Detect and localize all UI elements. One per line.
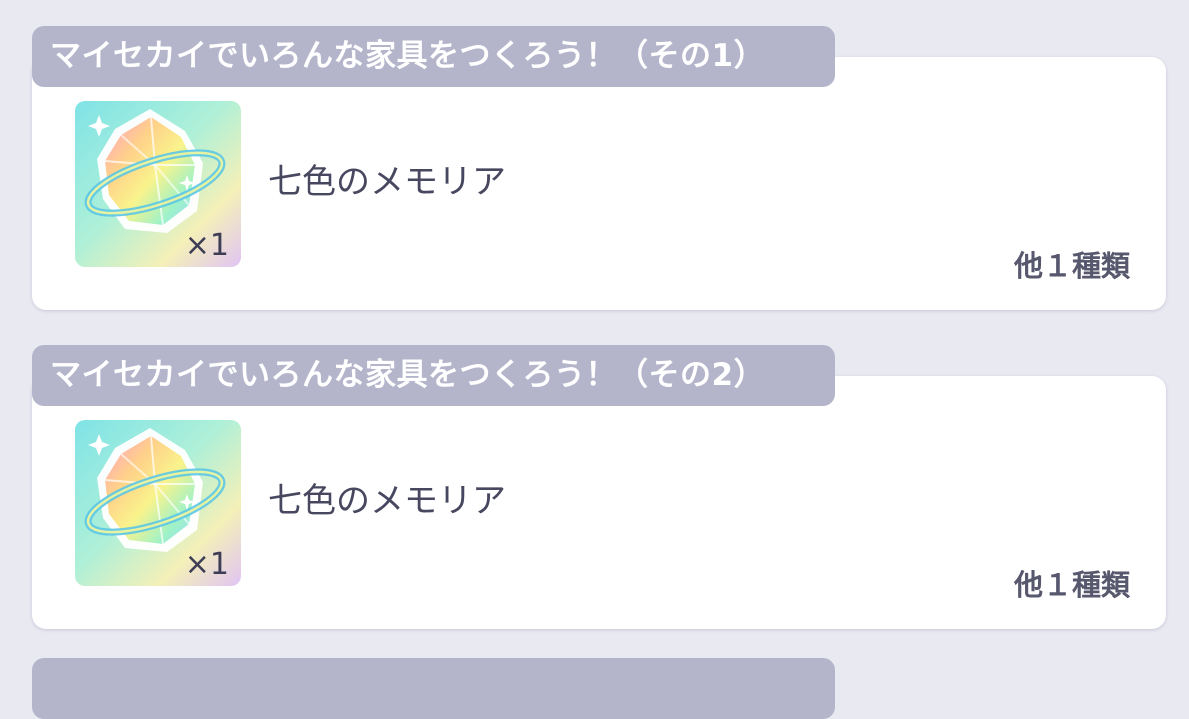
other-rewards-count: 他１種類 (1013, 249, 1130, 283)
reward-quantity: ×1 (184, 547, 229, 582)
reward-name: 七色のメモリア (268, 162, 506, 202)
mission-title-tag: マイセカイでいろんな家具をつくろう！（その1） (32, 26, 835, 87)
reward-quantity: ×1 (184, 228, 229, 263)
other-rewards-count: 他１種類 (1013, 568, 1130, 602)
mission-title-tag: マイセカイでいろんな家具をつくろう！（その2） (32, 345, 835, 406)
mission-title-tag (32, 658, 835, 719)
mission-title: マイセカイでいろんな家具をつくろう！（その2） (50, 357, 766, 393)
reward-name: 七色のメモリア (268, 481, 506, 521)
seven-color-memoria-icon[interactable]: ×1 (75, 101, 241, 267)
seven-color-memoria-icon[interactable]: ×1 (75, 420, 241, 586)
mission-card[interactable]: ×1 七色のメモリア 他１種類 (32, 57, 1166, 310)
mission-title: マイセカイでいろんな家具をつくろう！（その1） (50, 38, 766, 74)
mission-card[interactable]: ×1 七色のメモリア 他１種類 (32, 376, 1166, 629)
